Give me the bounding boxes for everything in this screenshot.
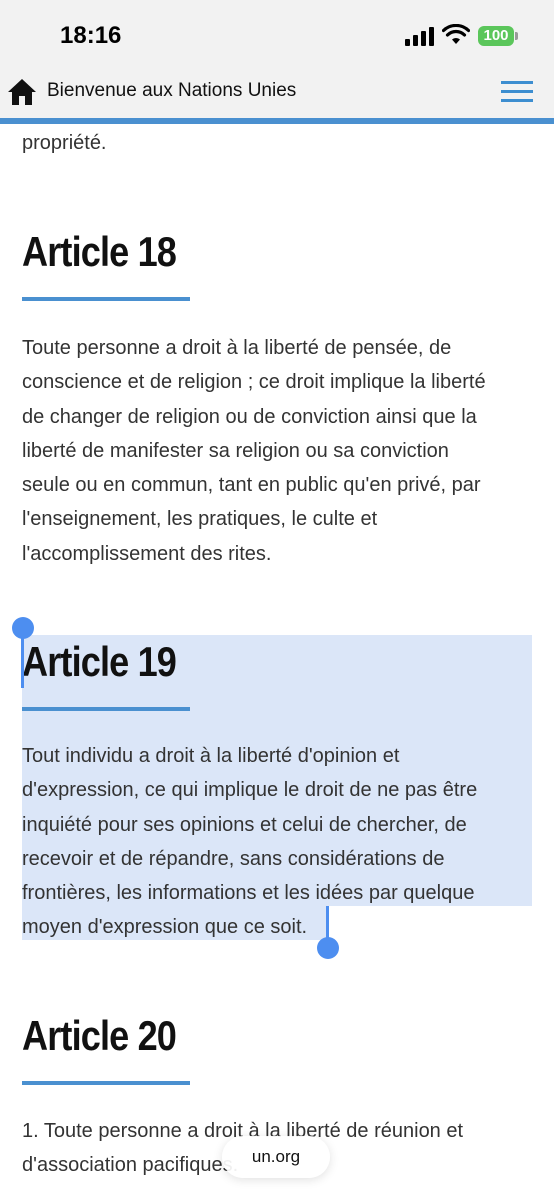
article-20-heading: Article 20 bbox=[22, 1012, 177, 1059]
site-title[interactable]: Bienvenue aux Nations Unies bbox=[47, 80, 296, 102]
home-icon[interactable] bbox=[7, 78, 37, 106]
text-line: propriété. bbox=[22, 132, 107, 154]
text-line: frontières, les informations et les idée… bbox=[22, 882, 475, 905]
text-line: seule ou en commun, tant en public qu'en… bbox=[22, 474, 481, 497]
selection-start-caret bbox=[21, 632, 24, 688]
text-line: liberté de manifester sa religion ou sa … bbox=[22, 439, 449, 462]
text-line: d'expression, ce qui implique le droit d… bbox=[22, 779, 478, 802]
text-line: de changer de religion ou de conviction … bbox=[22, 405, 477, 428]
cellular-signal-icon bbox=[405, 27, 434, 46]
article-18-body: Toute personne a droit à la liberté de p… bbox=[22, 331, 532, 571]
header-accent-line bbox=[0, 118, 554, 124]
selection-end-handle[interactable] bbox=[317, 937, 339, 959]
status-time: 18:16 bbox=[60, 22, 122, 49]
battery-tip bbox=[515, 32, 518, 40]
wifi-icon bbox=[442, 24, 470, 44]
text-line: inquiété pour ses opinions et celui de c… bbox=[22, 813, 467, 836]
text-line: recevoir et de répandre, sans considérat… bbox=[22, 847, 445, 870]
article-19-body[interactable]: Tout individu a droit à la liberté d'opi… bbox=[22, 739, 532, 945]
article-19-underline bbox=[22, 707, 190, 711]
previous-article-text: propriété. bbox=[22, 126, 532, 160]
selection-end-caret bbox=[326, 906, 329, 940]
text-line: Toute personne a droit à la liberté de p… bbox=[22, 337, 452, 359]
article-19-heading: Article 19 bbox=[22, 638, 177, 685]
text-line: l'enseignement, les pratiques, le culte … bbox=[22, 508, 378, 531]
article-18-heading: Article 18 bbox=[22, 228, 177, 275]
article-18-underline bbox=[22, 297, 190, 301]
article-20-underline bbox=[22, 1081, 190, 1085]
text-line: l'accomplissement des rites. bbox=[22, 542, 272, 565]
text-line: conscience et de religion ; ce droit imp… bbox=[22, 371, 486, 394]
hamburger-menu-icon[interactable] bbox=[501, 81, 533, 103]
text-line: moyen d'expression que ce soit. bbox=[22, 916, 308, 939]
url-bar-domain[interactable]: un.org bbox=[222, 1136, 330, 1178]
text-line: Tout individu a droit à la liberté d'opi… bbox=[22, 745, 400, 767]
battery-indicator: 100 bbox=[478, 26, 514, 46]
